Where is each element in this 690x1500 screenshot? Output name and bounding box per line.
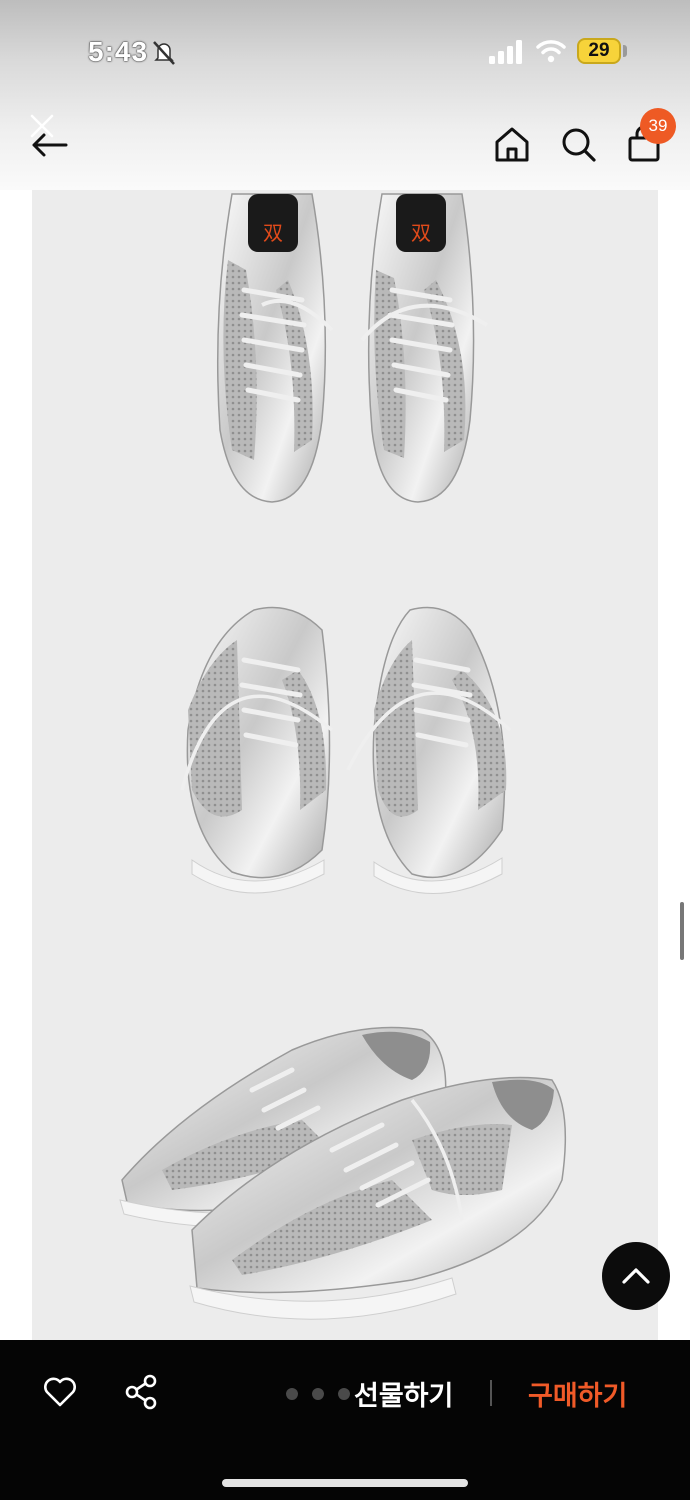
scroll-to-top-button[interactable] [602, 1242, 670, 1310]
search-icon [562, 128, 596, 162]
divider [490, 1380, 492, 1406]
product-image[interactable]: 双 双 [32, 190, 658, 1340]
home-icon [495, 127, 529, 162]
status-time: 5:43 [88, 36, 149, 67]
share-icon [125, 1374, 157, 1410]
sneaker-illustration: 双 双 [119, 193, 567, 1320]
back-button[interactable] [26, 112, 74, 168]
battery-icon: 29 [577, 38, 621, 64]
dot [286, 1388, 298, 1400]
shoe-front-view-right [346, 606, 512, 894]
svg-text:双: 双 [411, 221, 431, 245]
loading-dots [286, 1388, 356, 1402]
heart-icon [44, 1377, 76, 1407]
home-indicator[interactable] [222, 1479, 468, 1487]
shoe-top-view-right: 双 [360, 193, 489, 503]
svg-text:双: 双 [263, 221, 283, 245]
chevron-up-icon [622, 1268, 650, 1284]
wifi-icon [536, 40, 566, 63]
scroll-indicator[interactable] [680, 902, 684, 960]
home-button[interactable] [492, 124, 532, 164]
gift-button[interactable]: 선물하기 [354, 1374, 453, 1413]
dot [312, 1388, 324, 1400]
cart-count-badge: 39 [640, 108, 676, 144]
buy-button[interactable]: 구매하기 [528, 1374, 627, 1413]
wishlist-button[interactable] [42, 1374, 78, 1410]
signal-icon [489, 40, 522, 64]
search-button[interactable] [558, 124, 598, 164]
dot [338, 1388, 350, 1400]
battery-tip [623, 45, 627, 57]
shoe-front-view-left [180, 606, 334, 894]
bottom-action-bar [0, 1340, 690, 1500]
shoe-top-view-left: 双 [216, 193, 334, 503]
back-arrow-icon [30, 114, 68, 157]
bell-off-icon [153, 41, 175, 65]
share-button[interactable] [124, 1374, 158, 1410]
